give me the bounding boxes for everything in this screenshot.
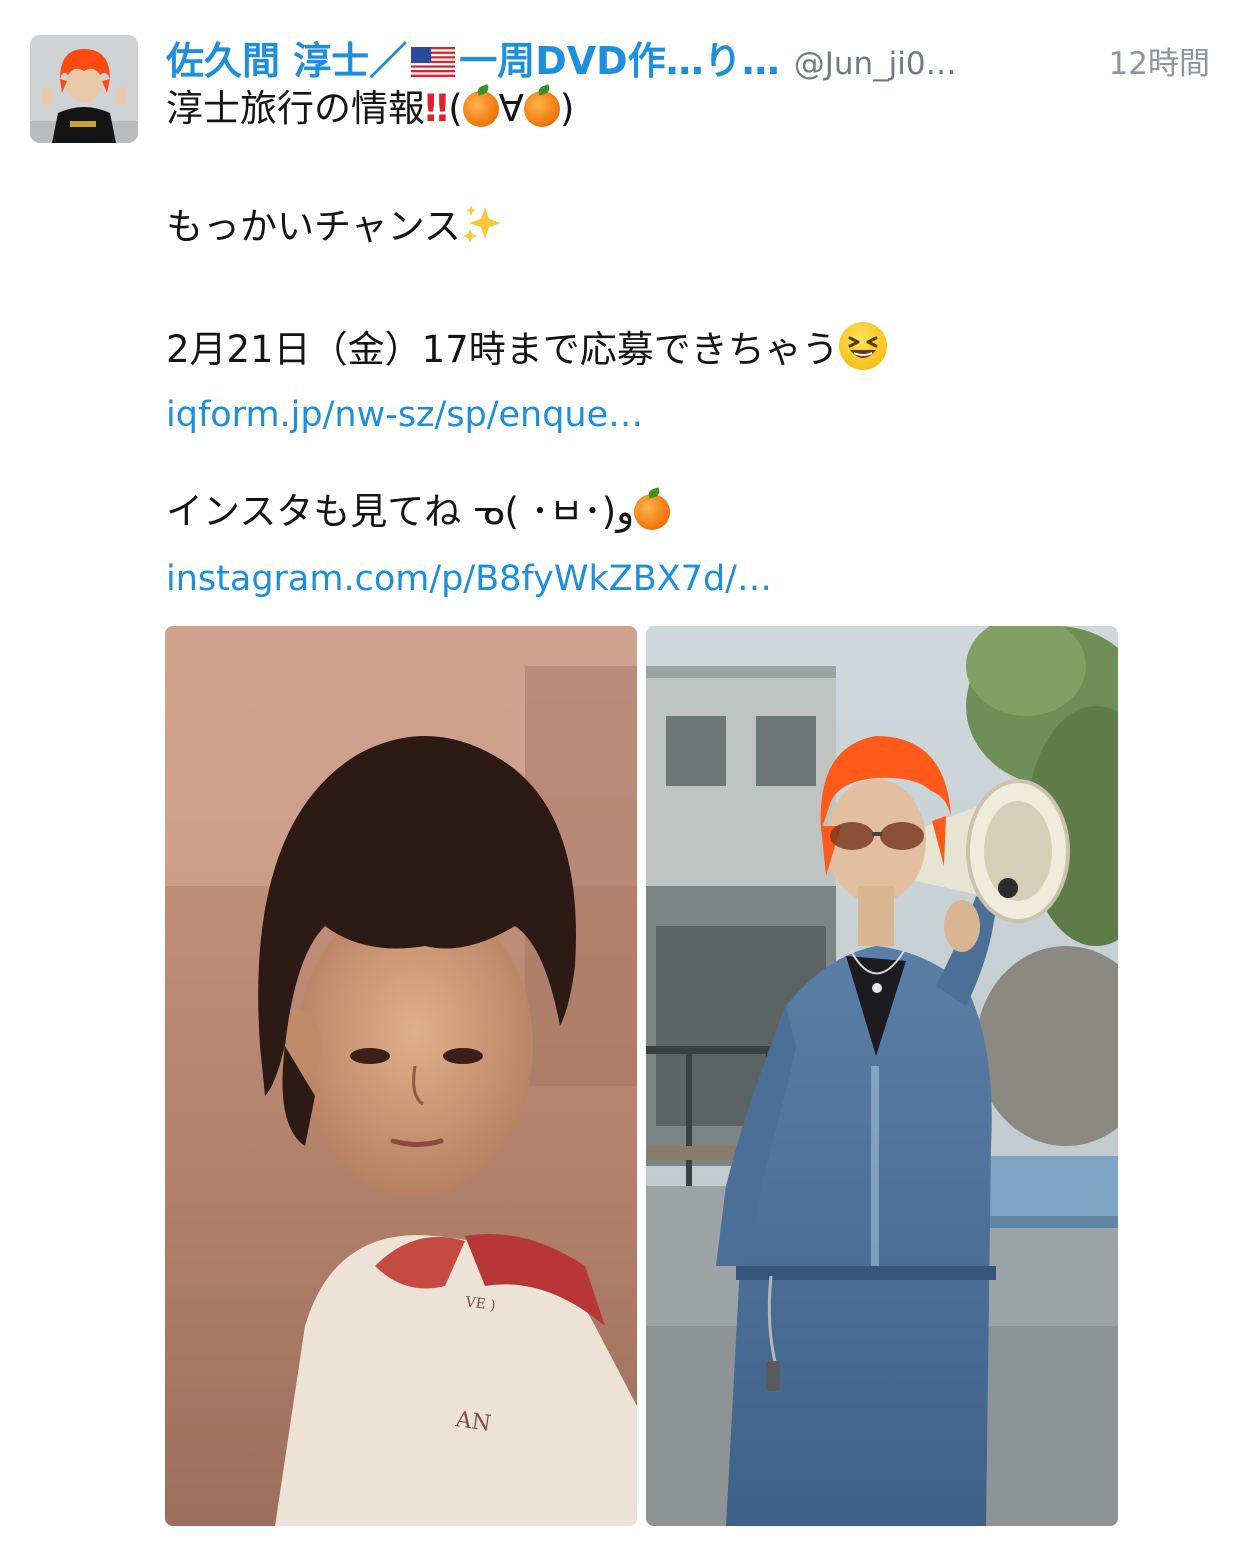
line1-open-paren: ( bbox=[448, 87, 463, 130]
tweet-header: 佐久間 淳士／ 一周DVD作…り… @Jun_ji0… 12時間 bbox=[166, 30, 1226, 86]
tweet-timestamp[interactable]: 12時間 bbox=[1109, 38, 1226, 83]
display-name-suffix: 一周DVD作…り… bbox=[459, 39, 780, 83]
tweet-line-4: インスタも見てね ᓀ( ･ㅂ･)و bbox=[166, 487, 671, 537]
line2-text: もっかいチャンス bbox=[166, 205, 461, 248]
double-exclamation-emoji: ‼ bbox=[425, 87, 448, 130]
line4-text: インスタも見てね ᓀ( ･ㅂ･)و bbox=[166, 490, 635, 533]
link-iqform[interactable]: iqform.jp/nw-sz/sp/enque… bbox=[166, 390, 643, 440]
display-name[interactable]: 佐久間 淳士／ 一周DVD作…り… bbox=[166, 30, 780, 85]
display-name-prefix: 佐久間 淳士／ bbox=[166, 39, 408, 83]
tweet-line-1: 淳士旅行の情報‼( ∀) bbox=[166, 84, 574, 134]
line1-text: 淳士旅行の情報 bbox=[166, 87, 425, 130]
line1-forall: ∀ bbox=[498, 87, 524, 130]
tweet-photo-childhood[interactable]: AN VE ) bbox=[165, 626, 637, 1526]
tweet-line-2: もっかいチャンス bbox=[166, 202, 503, 252]
tweet-line-3: 2月21日（金）17時まで応募できちゃう bbox=[166, 322, 887, 375]
orange-emoji-icon bbox=[523, 91, 560, 127]
line1-close-paren: ) bbox=[559, 87, 575, 130]
line3-text: 2月21日（金）17時まで応募できちゃう bbox=[166, 328, 839, 371]
tweet-photo-megaphone[interactable] bbox=[646, 626, 1118, 1526]
orange-emoji-icon bbox=[462, 91, 499, 127]
tweet-card[interactable]: 佐久間 淳士／ 一周DVD作…り… @Jun_ji0… 12時間 淳士旅行の情報… bbox=[0, 0, 1242, 1554]
link-instagram[interactable]: instagram.com/p/B8fyWkZBX7d/… bbox=[166, 554, 772, 604]
laughing-emoji-icon bbox=[838, 322, 887, 370]
us-flag-icon bbox=[411, 47, 456, 77]
user-handle[interactable]: @Jun_ji0… bbox=[794, 46, 957, 82]
svg-text:AN: AN bbox=[453, 1407, 492, 1437]
orange-emoji-icon bbox=[634, 494, 671, 530]
sparkles-emoji-icon bbox=[462, 205, 501, 243]
profile-avatar[interactable] bbox=[30, 35, 138, 143]
